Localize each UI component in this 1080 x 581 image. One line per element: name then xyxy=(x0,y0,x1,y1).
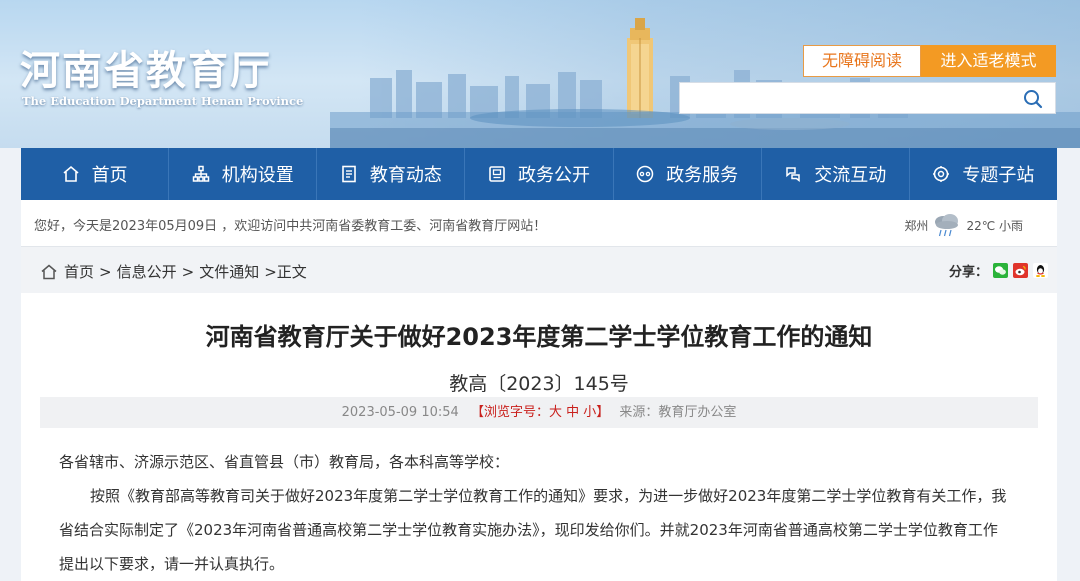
service-icon xyxy=(636,165,654,183)
article-title: 河南省教育厅关于做好2023年度第二学士学位教育工作的通知 xyxy=(205,323,873,351)
breadcrumb-bar: 首页 > 信息公开 > 文件通知 >正文 分享： xyxy=(21,247,1057,293)
main-nav: 首页 机构设置 教育动态 政务公开 政务服务 交流互动 专题子站 xyxy=(21,148,1057,200)
breadcrumb-separator: > xyxy=(99,262,112,281)
header-banner: 河南省教育厅 The Education Department Henan Pr… xyxy=(0,0,1080,148)
article-meta-bar: 2023-05-09 10:54 【浏览字号：大 中 小】 来源：教育厅办公室 xyxy=(40,397,1038,428)
nav-label: 机构设置 xyxy=(221,165,294,186)
topic-icon xyxy=(933,166,950,182)
weather-widget: 郑州 22℃ 小雨 xyxy=(904,212,1023,238)
nav-item-gov-open[interactable]: 政务公开 xyxy=(465,148,614,200)
weather-temp: 22℃ 小雨 xyxy=(966,218,1023,233)
home-icon xyxy=(41,264,57,279)
breadcrumb-info-open[interactable]: 信息公开 xyxy=(117,261,177,282)
accessibility-reading-button[interactable]: 无障碍阅读 xyxy=(803,45,921,77)
gov-open-icon xyxy=(489,166,505,182)
breadcrumb-current: >正文 xyxy=(264,263,307,281)
rain-cloud-icon xyxy=(935,214,959,237)
nav-label: 首页 xyxy=(91,165,128,186)
salutation: 各省辖市、济源示范区、省直管县（市）教育局，各本科高等学校： xyxy=(59,453,510,471)
news-icon xyxy=(342,165,356,183)
home-icon xyxy=(63,165,79,182)
weibo-share-icon[interactable] xyxy=(1013,263,1028,278)
font-size-switcher[interactable]: 【浏览字号：大 中 小】 xyxy=(471,405,609,420)
nav-item-home[interactable]: 首页 xyxy=(21,148,170,200)
search-icon[interactable] xyxy=(1023,89,1043,109)
search-input[interactable] xyxy=(679,82,1056,114)
nav-item-topic[interactable]: 专题子站 xyxy=(910,148,1057,200)
paragraph-line: 按照《教育部高等教育司关于做好2023年度第二学士学位教育工作的通知》要求，为进… xyxy=(90,487,1007,505)
nav-item-news[interactable]: 教育动态 xyxy=(317,148,466,200)
nav-item-interact[interactable]: 交流互动 xyxy=(762,148,910,200)
nav-label: 教育动态 xyxy=(369,165,442,186)
share-bar: 分享： xyxy=(949,261,1048,280)
welcome-text: 您好，今天是2023年05月09日 ，欢迎访问中共河南省委教育工委、河南省教育厅… xyxy=(34,219,547,234)
page: 河南省教育厅 The Education Department Henan Pr… xyxy=(0,0,1080,581)
nav-item-service[interactable]: 政务服务 xyxy=(614,148,762,200)
nav-label: 政务公开 xyxy=(517,165,590,186)
interact-icon xyxy=(786,167,801,183)
nav-label: 交流互动 xyxy=(814,165,887,186)
welcome-bar: 您好，今天是2023年05月09日 ，欢迎访问中共河南省委教育工委、河南省教育厅… xyxy=(21,200,1057,247)
site-logo-title[interactable]: 河南省教育厅 xyxy=(20,38,272,96)
breadcrumb: 首页 > 信息公开 > 文件通知 >正文 xyxy=(40,261,307,282)
breadcrumb-home[interactable]: 首页 xyxy=(64,261,94,282)
article-source: 来源：教育厅办公室 xyxy=(619,405,737,420)
paragraph-line: 提出以下要求，请一并认真执行。 xyxy=(59,555,285,573)
site-logo-subtitle: The Education Department Henan Province xyxy=(22,94,304,108)
weather-city: 郑州 xyxy=(904,218,929,233)
elder-mode-button[interactable]: 进入适老模式 xyxy=(921,45,1056,77)
qq-share-icon[interactable] xyxy=(1033,263,1048,278)
nav-item-organization[interactable]: 机构设置 xyxy=(169,148,318,200)
wechat-share-icon[interactable] xyxy=(993,263,1008,278)
org-icon xyxy=(192,165,209,182)
article-content: 河南省教育厅关于做好2023年度第二学士学位教育工作的通知 教高〔2023〕14… xyxy=(21,293,1057,581)
breadcrumb-file-notice[interactable]: 文件通知 xyxy=(199,261,259,282)
article-body: 各省辖市、济源示范区、省直管县（市）教育局，各本科高等学校： 按照《教育部高等教… xyxy=(59,445,1029,581)
paragraph-line: 省结合实际制定了《2023年河南省普通高校第二学士学位教育实施办法》，现印发给你… xyxy=(59,521,998,539)
share-label: 分享： xyxy=(948,265,988,280)
document-number: 教高〔2023〕145号 xyxy=(449,373,629,395)
breadcrumb-separator: > xyxy=(181,262,195,281)
nav-label: 政务服务 xyxy=(666,165,739,186)
nav-label: 专题子站 xyxy=(962,165,1035,186)
publish-datetime: 2023-05-09 10:54 xyxy=(341,405,459,420)
